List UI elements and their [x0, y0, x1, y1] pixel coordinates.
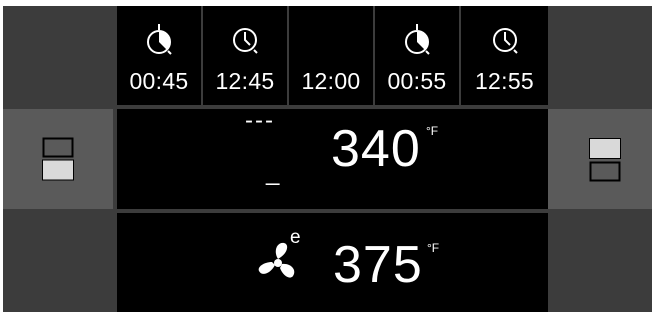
timer-value: 12:00 [301, 68, 361, 94]
upper-oven-temperature: 340 [331, 120, 421, 178]
left-panel-top [3, 6, 113, 105]
lower-oven-select-button[interactable] [548, 109, 652, 209]
upper-oven-display[interactable]: --- _ 340 °F [117, 109, 548, 209]
timer-value: 00:55 [387, 68, 447, 94]
upper-oven-mode-bottom: _ [266, 159, 280, 186]
upper-oven-temperature-unit: °F [426, 124, 439, 138]
countdown-timer-icon [405, 24, 430, 55]
upper-oven-select-button[interactable] [3, 109, 113, 209]
upper-oven-mode-top: --- [245, 107, 275, 134]
oven-control-panel: 00:45 12:45 12:00 00:55 12:55 --- _ 340 … [3, 6, 652, 312]
timer-value: 00:45 [129, 68, 189, 94]
lower-oven-temperature-unit: °F [427, 241, 440, 255]
left-panel-bottom [3, 213, 113, 312]
lower-oven-select-icon [589, 138, 621, 182]
lower-oven-mode-letter: e [290, 227, 301, 248]
lower-oven-temperature: 375 [333, 236, 423, 294]
upper-oven-select-icon [42, 137, 74, 181]
lower-oven-countdown-timer[interactable]: 00:55 [375, 6, 459, 105]
right-panel-top [548, 6, 652, 105]
right-panel-bottom [548, 213, 652, 312]
time-of-day-clock[interactable]: 12:00 [289, 6, 373, 105]
clock-icon [233, 28, 258, 54]
clock-icon [492, 28, 518, 54]
upper-oven-countdown-timer[interactable]: 00:45 [117, 6, 201, 105]
timer-value: 12:45 [215, 68, 275, 94]
upper-oven-cook-time[interactable]: 12:45 [203, 6, 287, 105]
timer-bar: 00:45 12:45 12:00 00:55 12:55 [117, 6, 548, 105]
lower-oven-cook-time[interactable]: 12:55 [461, 6, 548, 105]
timer-value: 12:55 [474, 68, 535, 94]
lower-oven-display[interactable]: e 375 °F [117, 213, 548, 312]
countdown-timer-icon [147, 24, 172, 55]
